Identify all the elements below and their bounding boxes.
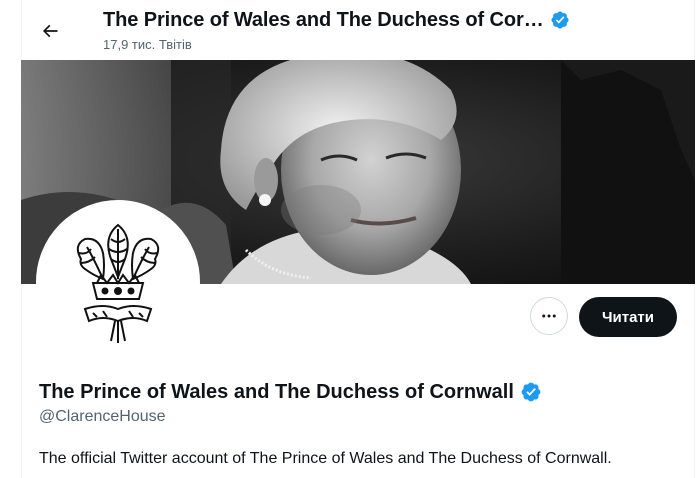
profile-name-text: The Prince of Wales and The Duchess of C… [39,381,514,403]
profile-avatar[interactable] [36,200,200,364]
verified-badge-icon [551,11,569,29]
header-title: The Prince of Wales and The Duchess of C… [103,8,570,32]
more-dots-icon [542,314,556,318]
more-button[interactable] [530,297,568,335]
profile-page: The Prince of Wales and The Duchess of C… [0,0,697,478]
profile-handle: @ClarenceHouse [39,408,166,425]
follow-button[interactable]: Читати [579,297,677,337]
prince-of-wales-feathers-emblem [76,223,160,343]
header-title-text: The Prince of Wales and The Duchess of C… [103,9,544,31]
profile-name: The Prince of Wales and The Duchess of C… [39,379,542,405]
back-button[interactable] [33,14,67,48]
profile-bio: The official Twitter account of The Prin… [39,450,612,467]
tweet-count: 17,9 тис. Твітів [103,37,192,52]
arrow-left-icon [42,24,58,38]
verified-badge-icon [521,382,541,402]
